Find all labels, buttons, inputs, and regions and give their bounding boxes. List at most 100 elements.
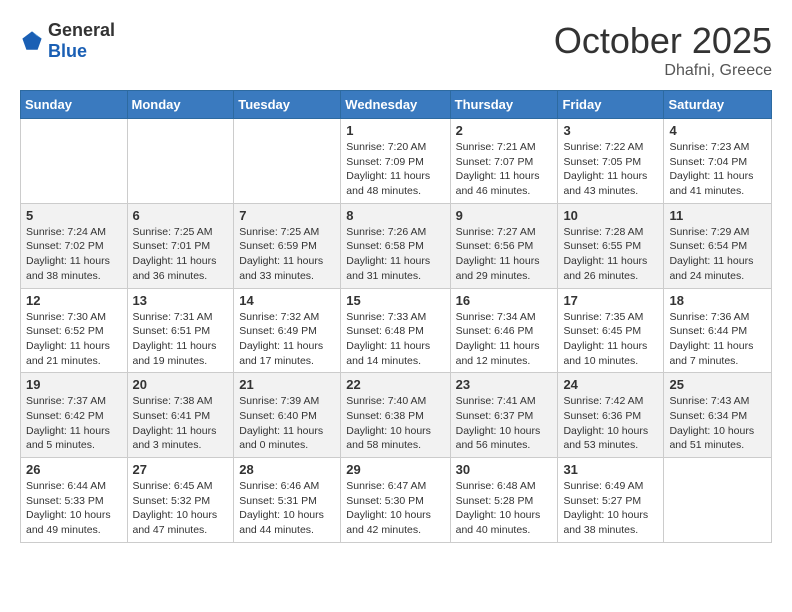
day-info: Sunrise: 7:25 AM Sunset: 7:01 PM Dayligh… (133, 225, 229, 284)
day-number: 4 (669, 123, 766, 138)
day-number: 14 (239, 293, 335, 308)
calendar-cell: 5Sunrise: 7:24 AM Sunset: 7:02 PM Daylig… (21, 203, 128, 288)
calendar-cell: 9 Sunrise: 7:27 AM Sunset: 6:56 PM Daylig… (450, 203, 558, 288)
day-info: Sunrise: 7:26 AM Sunset: 6:58 PM Dayligh… (346, 225, 444, 284)
logo: General Blue (20, 20, 115, 62)
calendar-cell: 7 Sunrise: 7:25 AM Sunset: 6:59 PM Daylig… (234, 203, 341, 288)
calendar-cell: 15 Sunrise: 7:33 AM Sunset: 6:48 PM Dayli… (341, 288, 450, 373)
calendar-cell: 6 Sunrise: 7:25 AM Sunset: 7:01 PM Daylig… (127, 203, 234, 288)
day-info: Sunrise: 6:45 AM Sunset: 5:32 PM Dayligh… (133, 479, 229, 538)
logo-general: General (48, 20, 115, 41)
day-number: 20 (133, 377, 229, 392)
calendar-cell: 30Sunrise: 6:48 AM Sunset: 5:28 PM Dayli… (450, 458, 558, 543)
day-info: Sunrise: 7:43 AM Sunset: 6:34 PM Dayligh… (669, 394, 766, 453)
calendar-cell: 25 Sunrise: 7:43 AM Sunset: 6:34 PM Dayli… (664, 373, 772, 458)
month-title: October 2025 Dhafni, Greece (554, 20, 772, 80)
day-info: Sunrise: 7:36 AM Sunset: 6:44 PM Dayligh… (669, 310, 766, 369)
day-number: 29 (346, 462, 444, 477)
day-number: 11 (669, 208, 766, 223)
logo-icon (20, 29, 44, 53)
day-number: 8 (346, 208, 444, 223)
day-info: Sunrise: 6:49 AM Sunset: 5:27 PM Dayligh… (563, 479, 658, 538)
day-number: 6 (133, 208, 229, 223)
col-sunday: Sunday (21, 91, 128, 119)
calendar-cell: 14 Sunrise: 7:32 AM Sunset: 6:49 PM Dayli… (234, 288, 341, 373)
day-number: 31 (563, 462, 658, 477)
day-number: 28 (239, 462, 335, 477)
day-number: 1 (346, 123, 444, 138)
col-tuesday: Tuesday (234, 91, 341, 119)
day-number: 23 (456, 377, 553, 392)
day-info: Sunrise: 7:33 AM Sunset: 6:48 PM Dayligh… (346, 310, 444, 369)
calendar-cell: 24 Sunrise: 7:42 AM Sunset: 6:36 PM Dayli… (558, 373, 664, 458)
day-info: Sunrise: 7:42 AM Sunset: 6:36 PM Dayligh… (563, 394, 658, 453)
calendar-week-1: 1 Sunrise: 7:20 AM Sunset: 7:09 PM Daylig… (21, 119, 772, 204)
calendar-header-row: Sunday Monday Tuesday Wednesday Thursday… (21, 91, 772, 119)
day-number: 9 (456, 208, 553, 223)
day-number: 2 (456, 123, 553, 138)
calendar-cell: 16 Sunrise: 7:34 AM Sunset: 6:46 PM Dayli… (450, 288, 558, 373)
day-number: 24 (563, 377, 658, 392)
logo-text: General Blue (48, 20, 115, 62)
day-info: Sunrise: 6:46 AM Sunset: 5:31 PM Dayligh… (239, 479, 335, 538)
day-number: 25 (669, 377, 766, 392)
day-number: 7 (239, 208, 335, 223)
day-number: 22 (346, 377, 444, 392)
calendar-cell: 29 Sunrise: 6:47 AM Sunset: 5:30 PM Dayli… (341, 458, 450, 543)
month-year: October 2025 (554, 20, 772, 62)
calendar-table: Sunday Monday Tuesday Wednesday Thursday… (20, 90, 772, 543)
calendar-cell: 10Sunrise: 7:28 AM Sunset: 6:55 PM Dayli… (558, 203, 664, 288)
calendar-cell: 22 Sunrise: 7:40 AM Sunset: 6:38 PM Dayli… (341, 373, 450, 458)
col-monday: Monday (127, 91, 234, 119)
day-info: Sunrise: 7:22 AM Sunset: 7:05 PM Dayligh… (563, 140, 658, 199)
calendar-week-4: 19Sunrise: 7:37 AM Sunset: 6:42 PM Dayli… (21, 373, 772, 458)
calendar-cell: 26 Sunrise: 6:44 AM Sunset: 5:33 PM Dayli… (21, 458, 128, 543)
calendar-week-2: 5Sunrise: 7:24 AM Sunset: 7:02 PM Daylig… (21, 203, 772, 288)
calendar-cell: 8 Sunrise: 7:26 AM Sunset: 6:58 PM Daylig… (341, 203, 450, 288)
calendar-cell: 20 Sunrise: 7:38 AM Sunset: 6:41 PM Dayli… (127, 373, 234, 458)
day-number: 15 (346, 293, 444, 308)
col-wednesday: Wednesday (341, 91, 450, 119)
day-info: Sunrise: 6:44 AM Sunset: 5:33 PM Dayligh… (26, 479, 122, 538)
day-info: Sunrise: 7:24 AM Sunset: 7:02 PM Dayligh… (26, 225, 122, 284)
day-number: 17 (563, 293, 658, 308)
day-number: 16 (456, 293, 553, 308)
day-number: 26 (26, 462, 122, 477)
day-info: Sunrise: 7:20 AM Sunset: 7:09 PM Dayligh… (346, 140, 444, 199)
day-info: Sunrise: 7:29 AM Sunset: 6:54 PM Dayligh… (669, 225, 766, 284)
calendar-cell: 2 Sunrise: 7:21 AM Sunset: 7:07 PM Daylig… (450, 119, 558, 204)
day-info: Sunrise: 7:34 AM Sunset: 6:46 PM Dayligh… (456, 310, 553, 369)
day-info: Sunrise: 7:38 AM Sunset: 6:41 PM Dayligh… (133, 394, 229, 453)
day-info: Sunrise: 7:40 AM Sunset: 6:38 PM Dayligh… (346, 394, 444, 453)
location: Dhafni, Greece (554, 62, 772, 80)
day-info: Sunrise: 6:47 AM Sunset: 5:30 PM Dayligh… (346, 479, 444, 538)
day-info: Sunrise: 7:39 AM Sunset: 6:40 PM Dayligh… (239, 394, 335, 453)
day-number: 13 (133, 293, 229, 308)
day-info: Sunrise: 7:27 AM Sunset: 6:56 PM Dayligh… (456, 225, 553, 284)
col-saturday: Saturday (664, 91, 772, 119)
calendar-cell: 21 Sunrise: 7:39 AM Sunset: 6:40 PM Dayli… (234, 373, 341, 458)
calendar-cell (664, 458, 772, 543)
day-info: Sunrise: 7:32 AM Sunset: 6:49 PM Dayligh… (239, 310, 335, 369)
calendar-cell: 13 Sunrise: 7:31 AM Sunset: 6:51 PM Dayli… (127, 288, 234, 373)
day-number: 3 (563, 123, 658, 138)
day-number: 21 (239, 377, 335, 392)
day-info: Sunrise: 7:23 AM Sunset: 7:04 PM Dayligh… (669, 140, 766, 199)
calendar-week-3: 12Sunrise: 7:30 AM Sunset: 6:52 PM Dayli… (21, 288, 772, 373)
day-info: Sunrise: 6:48 AM Sunset: 5:28 PM Dayligh… (456, 479, 553, 538)
calendar-cell: 4 Sunrise: 7:23 AM Sunset: 7:04 PM Daylig… (664, 119, 772, 204)
day-info: Sunrise: 7:31 AM Sunset: 6:51 PM Dayligh… (133, 310, 229, 369)
calendar-cell: 19Sunrise: 7:37 AM Sunset: 6:42 PM Dayli… (21, 373, 128, 458)
day-info: Sunrise: 7:28 AM Sunset: 6:55 PM Dayligh… (563, 225, 658, 284)
day-info: Sunrise: 7:35 AM Sunset: 6:45 PM Dayligh… (563, 310, 658, 369)
day-info: Sunrise: 7:37 AM Sunset: 6:42 PM Dayligh… (26, 394, 122, 453)
calendar-cell: 17 Sunrise: 7:35 AM Sunset: 6:45 PM Dayli… (558, 288, 664, 373)
day-info: Sunrise: 7:21 AM Sunset: 7:07 PM Dayligh… (456, 140, 553, 199)
col-friday: Friday (558, 91, 664, 119)
day-number: 12 (26, 293, 122, 308)
day-info: Sunrise: 7:25 AM Sunset: 6:59 PM Dayligh… (239, 225, 335, 284)
calendar-week-5: 26 Sunrise: 6:44 AM Sunset: 5:33 PM Dayli… (21, 458, 772, 543)
day-number: 18 (669, 293, 766, 308)
calendar-cell: 18 Sunrise: 7:36 AM Sunset: 6:44 PM Dayli… (664, 288, 772, 373)
calendar-cell (21, 119, 128, 204)
